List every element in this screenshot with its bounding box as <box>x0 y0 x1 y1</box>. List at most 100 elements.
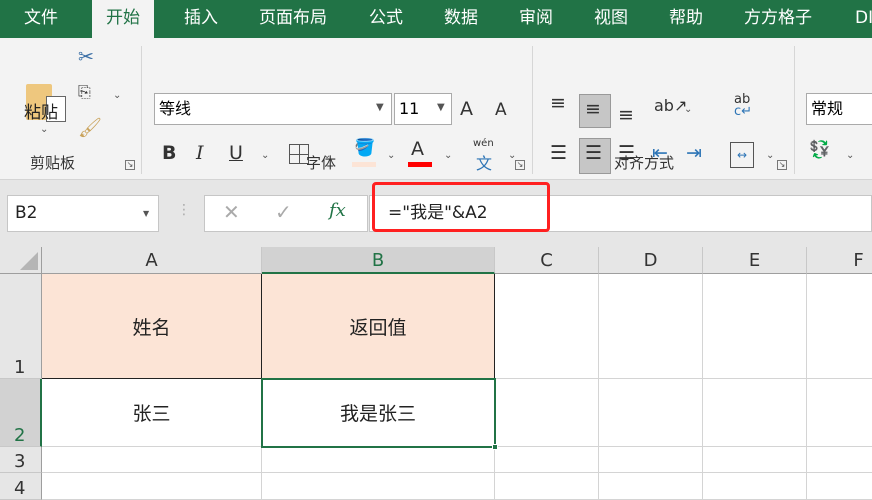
cell-f2[interactable] <box>807 379 872 447</box>
cell-c2[interactable] <box>495 379 599 447</box>
select-all-icon <box>20 252 38 270</box>
highlight-box <box>372 182 550 232</box>
orientation-icon[interactable]: ab↗ <box>654 96 687 115</box>
fill-color-icon[interactable]: 🪣 <box>354 138 375 158</box>
formula-bar: B2 ▼ ⋮ ✕ ✓ fx ="我是"&A2 <box>0 180 872 245</box>
row-header-3[interactable]: 3 <box>0 447 42 473</box>
clipboard-launcher-icon[interactable]: ↘ <box>125 160 135 170</box>
underline-dropdown[interactable]: ⌄ <box>261 150 269 161</box>
bold-button[interactable]: B <box>162 142 176 164</box>
tab-page-layout[interactable]: 页面布局 <box>247 0 339 38</box>
cell-b1[interactable]: 返回值 <box>262 274 495 379</box>
phonetic-icon[interactable]: 文 <box>476 150 492 174</box>
font-group-label: 字体 <box>306 154 337 172</box>
font-launcher-icon[interactable]: ↘ <box>515 160 525 170</box>
name-box[interactable]: B2 ▼ <box>7 195 159 232</box>
cell-e4[interactable] <box>703 473 807 500</box>
column-header-c[interactable]: C <box>495 247 599 274</box>
paste-button[interactable]: 粘贴 <box>24 98 58 123</box>
font-name-select[interactable]: 等线 <box>154 93 392 125</box>
tab-formulas[interactable]: 公式 <box>357 0 415 38</box>
select-all-button[interactable] <box>0 247 42 274</box>
column-header-d[interactable]: D <box>599 247 703 274</box>
cell-c3[interactable] <box>495 447 599 473</box>
font-color-dropdown[interactable]: ⌄ <box>444 150 452 161</box>
name-box-dropdown[interactable]: ▼ <box>143 196 149 231</box>
copy-dropdown[interactable]: ⌄ <box>113 90 121 101</box>
cell-d2[interactable] <box>599 379 703 447</box>
cell-d4[interactable] <box>599 473 703 500</box>
row-header-2[interactable]: 2 <box>0 379 42 447</box>
fill-color-dropdown[interactable]: ⌄ <box>387 150 395 161</box>
phonetic-top: wén <box>473 138 494 149</box>
copy-icon[interactable]: ⎘ <box>78 82 91 102</box>
align-middle-icon: ≡ <box>585 98 601 120</box>
cancel-icon[interactable]: ✕ <box>223 200 240 224</box>
tab-more[interactable]: DI <box>843 0 872 38</box>
alignment-group-label: 对齐方式 <box>614 154 675 172</box>
column-header-a[interactable]: A <box>42 247 262 274</box>
tab-insert[interactable]: 插入 <box>172 0 230 38</box>
cell-e1[interactable] <box>703 274 807 379</box>
font-color-swatch <box>408 162 432 167</box>
cell-c1[interactable] <box>495 274 599 379</box>
number-format-value: 常规 <box>811 99 844 118</box>
row-header-4[interactable]: 4 <box>0 473 42 500</box>
font-name-dropdown[interactable]: ▼ <box>376 102 384 113</box>
font-color-icon[interactable]: A <box>411 138 424 160</box>
cell-d3[interactable] <box>599 447 703 473</box>
tab-home[interactable]: 开始 <box>92 0 154 38</box>
column-header-e[interactable]: E <box>703 247 807 274</box>
number-format-select[interactable]: 常规 <box>806 93 872 125</box>
currency-format-icon[interactable]: 💱 <box>809 140 830 160</box>
grow-font-icon[interactable]: A <box>460 98 473 120</box>
cell-b3[interactable] <box>262 447 495 473</box>
cell-e2[interactable] <box>703 379 807 447</box>
clipboard-group-label: 剪贴板 <box>30 154 76 172</box>
cell-d1[interactable] <box>599 274 703 379</box>
cell-a1[interactable]: 姓名 <box>42 274 262 379</box>
active-cell-selection <box>261 378 496 448</box>
cell-f1[interactable] <box>807 274 872 379</box>
font-size-dropdown[interactable]: ▼ <box>437 102 445 113</box>
align-bottom-icon[interactable]: ≡ <box>618 104 634 126</box>
tab-data[interactable]: 数据 <box>432 0 490 38</box>
cell-e3[interactable] <box>703 447 807 473</box>
tab-help[interactable]: 帮助 <box>657 0 715 38</box>
cell-a4[interactable] <box>42 473 262 500</box>
cell-c4[interactable] <box>495 473 599 500</box>
fill-handle[interactable] <box>492 444 498 450</box>
paste-dropdown[interactable]: ⌄ <box>40 124 48 135</box>
orientation-dropdown[interactable]: ⌄ <box>684 104 692 115</box>
cut-icon[interactable]: ✂ <box>78 46 94 68</box>
insert-function-icon[interactable]: fx <box>329 200 346 221</box>
cell-a2[interactable]: 张三 <box>42 379 262 447</box>
wrap-text-button[interactable]: ab c↵ <box>734 93 753 119</box>
tab-file[interactable]: 文件 <box>12 0 70 38</box>
cell-b4[interactable] <box>262 473 495 500</box>
currency-dropdown[interactable]: ⌄ <box>846 150 854 161</box>
increase-indent-icon[interactable]: ⇥ <box>686 142 702 164</box>
cell-f4[interactable] <box>807 473 872 500</box>
ribbon-tabs: 文件 开始 插入 页面布局 公式 数据 审阅 视图 帮助 方方格子 DI <box>0 0 872 38</box>
enter-icon[interactable]: ✓ <box>275 200 292 224</box>
alignment-launcher-icon[interactable]: ↘ <box>777 160 787 170</box>
shrink-font-icon[interactable]: A <box>495 100 507 120</box>
format-painter-icon[interactable]: 🖌 <box>78 116 102 139</box>
tab-fangfang[interactable]: 方方格子 <box>732 0 824 38</box>
formula-bar-grip[interactable]: ⋮ <box>177 202 191 218</box>
row-header-1[interactable]: 1 <box>0 274 42 379</box>
wrap-text-bottom: c↵ <box>734 104 753 119</box>
merge-center-icon[interactable]: ↔ <box>730 142 754 168</box>
tab-view[interactable]: 视图 <box>582 0 640 38</box>
align-left-icon[interactable]: ☰ <box>550 142 567 164</box>
cell-a3[interactable] <box>42 447 262 473</box>
column-header-f[interactable]: F <box>807 247 872 274</box>
align-top-icon[interactable]: ≡ <box>550 92 566 114</box>
column-header-b[interactable]: B <box>262 247 495 274</box>
cell-f3[interactable] <box>807 447 872 473</box>
tab-review[interactable]: 审阅 <box>507 0 565 38</box>
italic-button[interactable]: I <box>196 142 204 164</box>
merge-dropdown[interactable]: ⌄ <box>766 150 774 161</box>
underline-button[interactable]: U <box>229 142 243 164</box>
